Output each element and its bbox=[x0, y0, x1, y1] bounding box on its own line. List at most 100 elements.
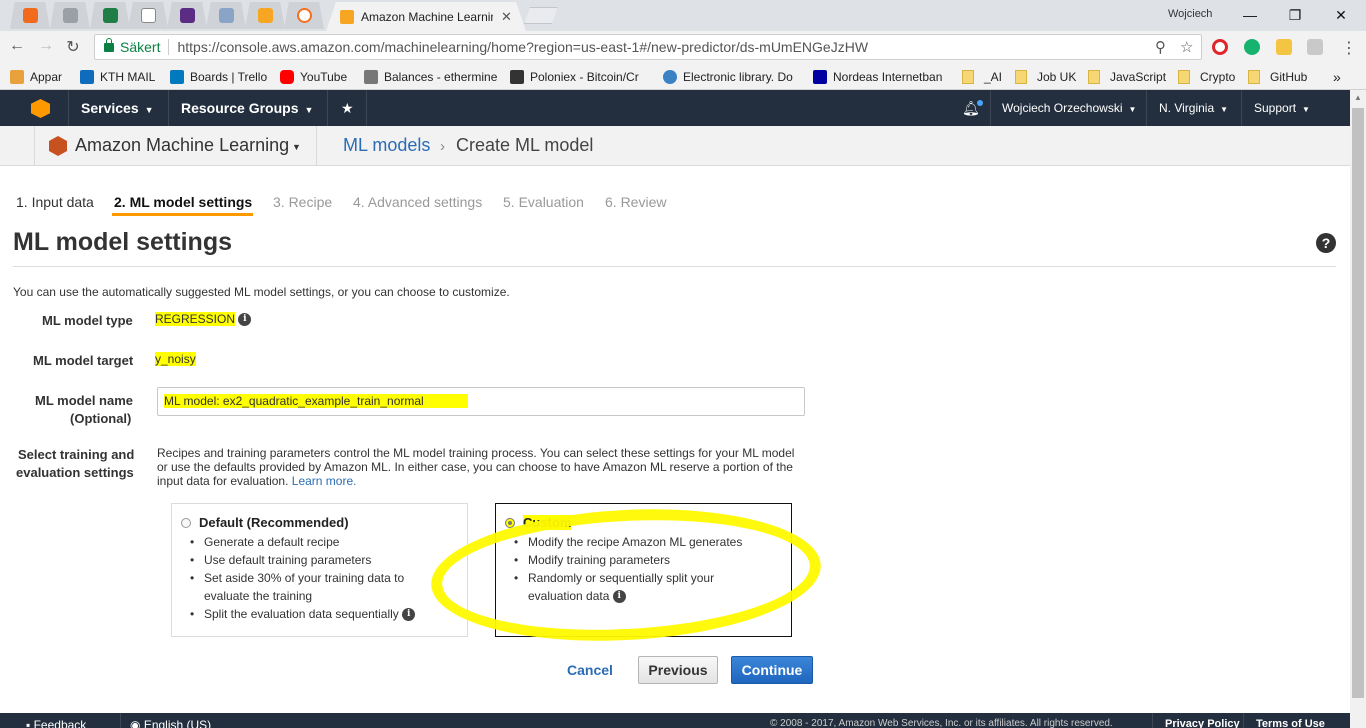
privacy-link[interactable]: Privacy Policy bbox=[1165, 718, 1240, 728]
info-icon[interactable]: i bbox=[402, 608, 416, 622]
bookmark-item[interactable]: Balances - ethermine bbox=[364, 68, 498, 85]
info-icon[interactable]: i bbox=[612, 590, 626, 604]
bookmark-star-icon[interactable]: ☆ bbox=[1180, 38, 1193, 56]
option-custom-title: Custom bbox=[523, 515, 572, 530]
bookmark-item[interactable]: YouTube bbox=[280, 68, 354, 85]
continue-button[interactable]: Continue bbox=[731, 656, 813, 684]
list-item: Split the evaluation data sequentially i bbox=[190, 605, 440, 623]
bookmarks-overflow-button[interactable]: » bbox=[1333, 68, 1347, 85]
extension-icon[interactable] bbox=[1307, 39, 1323, 55]
bookmark-label: Crypto bbox=[1200, 69, 1236, 84]
pinned-tab[interactable] bbox=[90, 2, 130, 29]
breadcrumb-separator: › bbox=[440, 138, 445, 155]
pinned-tab[interactable] bbox=[10, 2, 50, 29]
forward-icon[interactable]: → bbox=[36, 37, 56, 55]
custom-radio[interactable] bbox=[505, 518, 515, 528]
chevron-down-icon: ▼ bbox=[1128, 105, 1137, 114]
pin-icon[interactable]: ★ bbox=[341, 100, 354, 117]
chevron-down-icon[interactable]: ▼ bbox=[292, 142, 301, 152]
apps-icon bbox=[10, 69, 24, 84]
option-custom[interactable]: Custom Modify the recipe Amazon ML gener… bbox=[495, 503, 792, 637]
default-radio[interactable] bbox=[181, 518, 191, 528]
previous-button[interactable]: Previous bbox=[638, 656, 718, 684]
opera-extension-icon[interactable] bbox=[1212, 39, 1228, 55]
step-recipe: 3. Recipe bbox=[273, 194, 333, 210]
bookmark-item[interactable]: Poloniex - Bitcoin/Cr bbox=[510, 68, 650, 85]
language-selector[interactable]: ◉ English (US) bbox=[130, 718, 211, 728]
model-name-input[interactable]: ML model: ex2_quadratic_example_train_no… bbox=[157, 387, 805, 416]
bookmark-item[interactable]: Appar bbox=[10, 68, 70, 85]
browser-menu-icon[interactable]: ⋮ bbox=[1339, 38, 1359, 58]
learn-more-link[interactable]: Learn more. bbox=[292, 474, 357, 488]
pinned-tab[interactable] bbox=[284, 2, 324, 29]
list-item: Modify the recipe Amazon ML generates bbox=[514, 533, 764, 551]
pinned-tab[interactable] bbox=[245, 2, 285, 29]
help-icon[interactable]: ? bbox=[1316, 233, 1336, 253]
bookmark-folder[interactable]: Crypto bbox=[1178, 68, 1238, 85]
close-window-icon[interactable]: ✕ bbox=[1321, 3, 1361, 27]
close-tab-icon[interactable]: ✕ bbox=[501, 9, 512, 25]
bookmark-item[interactable]: Boards | Trello bbox=[170, 68, 272, 85]
folder-icon bbox=[1088, 69, 1100, 84]
minimize-icon[interactable]: — bbox=[1230, 3, 1270, 27]
new-tab-button[interactable] bbox=[524, 7, 558, 24]
scrollbar-thumb[interactable] bbox=[1352, 108, 1364, 698]
pinned-tab[interactable] bbox=[206, 2, 246, 29]
info-icon[interactable]: i bbox=[238, 313, 252, 327]
account-menu[interactable]: Wojciech Orzechowski ▼ bbox=[1002, 101, 1136, 115]
bookmark-item[interactable]: Nordeas Internetban bbox=[813, 68, 953, 85]
restore-icon[interactable]: ❐ bbox=[1275, 3, 1315, 27]
cancel-button[interactable]: Cancel bbox=[560, 658, 620, 682]
bookmark-item[interactable]: KTH MAIL bbox=[80, 68, 162, 85]
footer-divider bbox=[1152, 713, 1153, 728]
feedback-link[interactable]: ▪ Feedback bbox=[26, 718, 86, 728]
pinned-tab[interactable] bbox=[167, 2, 207, 29]
model-target-label: ML model target bbox=[33, 353, 134, 368]
reload-icon[interactable]: ↻ bbox=[63, 37, 83, 57]
resource-groups-menu[interactable]: Resource Groups ▼ bbox=[181, 100, 313, 116]
support-menu[interactable]: Support ▼ bbox=[1254, 101, 1310, 115]
pinned-tab[interactable] bbox=[50, 2, 90, 29]
step-input-data[interactable]: 1. Input data bbox=[16, 194, 94, 210]
pinned-tab[interactable] bbox=[128, 2, 168, 29]
bookmark-item[interactable]: Electronic library. Do bbox=[663, 68, 801, 85]
bookmark-folder[interactable]: Job UK bbox=[1015, 68, 1079, 85]
bookmarks-bar: Appar KTH MAIL Boards | Trello YouTube B… bbox=[0, 63, 1366, 90]
bookmark-folder[interactable]: _AI bbox=[962, 68, 1006, 85]
bookmark-label: Electronic library. Do bbox=[683, 69, 793, 84]
list-item: Set aside 30% of your training data to e… bbox=[190, 569, 440, 605]
back-icon[interactable]: ← bbox=[7, 37, 27, 55]
chat-extension-icon[interactable] bbox=[1244, 39, 1260, 55]
terms-link[interactable]: Terms of Use bbox=[1256, 718, 1325, 728]
folder-icon bbox=[1015, 69, 1027, 84]
bookmark-folder[interactable]: JavaScript bbox=[1088, 68, 1168, 85]
header-divider bbox=[1146, 90, 1147, 126]
list-item: Randomly or sequentially split your eval… bbox=[514, 569, 729, 605]
option-default[interactable]: Default (Recommended) Generate a default… bbox=[171, 503, 468, 637]
chevron-down-icon: ▼ bbox=[1302, 105, 1310, 114]
service-name[interactable]: Amazon Machine Learning bbox=[75, 135, 289, 156]
active-tab[interactable]: Amazon Machine Learnin ✕ bbox=[326, 2, 526, 31]
extension-icon[interactable] bbox=[1276, 39, 1292, 55]
browser-tab-strip: Amazon Machine Learnin ✕ Wojciech — ❐ ✕ bbox=[0, 0, 1366, 31]
zoom-search-icon[interactable]: ⚲ bbox=[1155, 38, 1166, 56]
bookmark-folder[interactable]: GitHub bbox=[1248, 68, 1314, 85]
aws-logo-icon[interactable] bbox=[31, 99, 50, 118]
address-bar[interactable]: Säkert https://console.aws.amazon.com/ma… bbox=[94, 34, 1202, 60]
footer-divider bbox=[1243, 713, 1244, 728]
list-item: Use default training parameters bbox=[190, 551, 440, 569]
region-menu[interactable]: N. Virginia ▼ bbox=[1159, 101, 1228, 115]
copyright-text: © 2008 - 2017, Amazon Web Services, Inc.… bbox=[770, 718, 1113, 728]
step-evaluation: 5. Evaluation bbox=[503, 194, 584, 210]
bookmark-label: YouTube bbox=[300, 69, 348, 84]
library-icon bbox=[663, 69, 677, 84]
list-item: Generate a default recipe bbox=[190, 533, 440, 551]
resource-groups-label: Resource Groups bbox=[181, 100, 299, 116]
breadcrumb-ml-models[interactable]: ML models bbox=[343, 135, 430, 156]
services-menu[interactable]: Services ▼ bbox=[81, 100, 154, 116]
folder-icon bbox=[962, 69, 974, 84]
language-label: English (US) bbox=[143, 718, 212, 728]
url-text: https://console.aws.amazon.com/machinele… bbox=[177, 39, 869, 55]
chevron-down-icon: ▼ bbox=[304, 105, 314, 115]
scroll-up-icon[interactable]: ▲ bbox=[1350, 90, 1366, 106]
